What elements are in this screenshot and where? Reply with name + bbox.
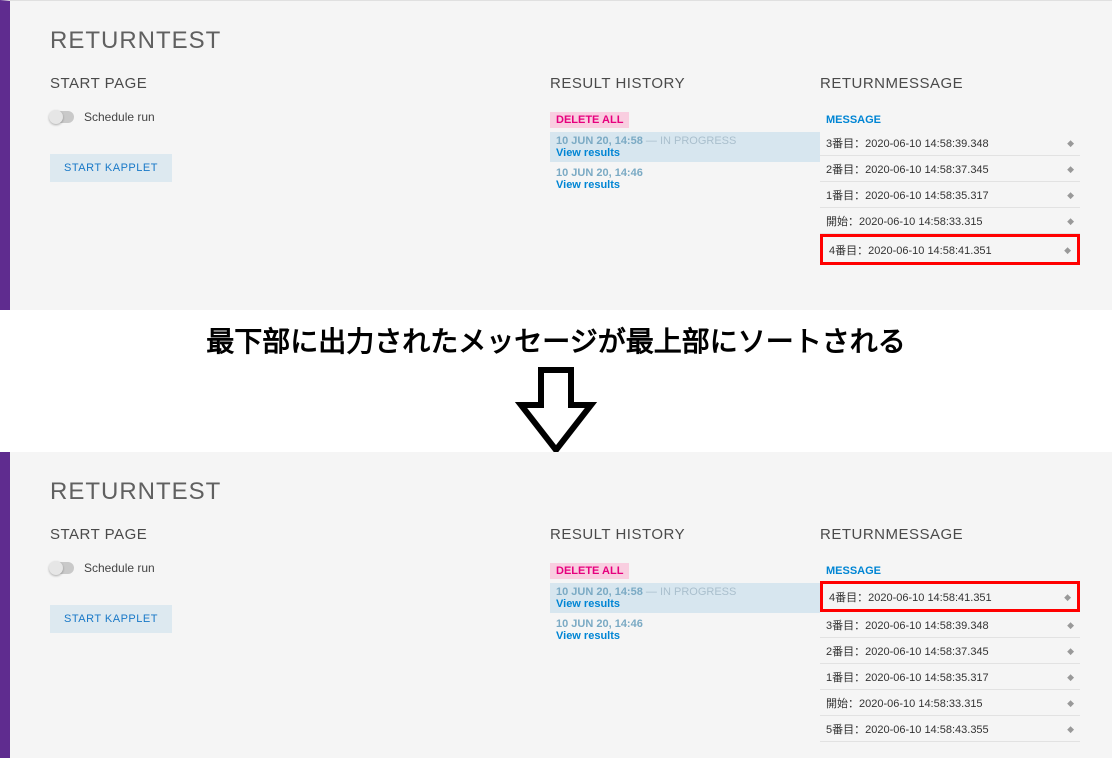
schedule-run-label: Schedule run bbox=[84, 561, 155, 575]
history-time: 10 JUN 20, 14:58 bbox=[556, 586, 643, 598]
result-history-header: RESULT HISTORY bbox=[550, 526, 820, 543]
diamond-icon: ◆ bbox=[1067, 164, 1074, 175]
return-message-header: RETURNMESSAGE bbox=[820, 75, 1080, 92]
page-title: RETURNTEST bbox=[50, 27, 1072, 55]
history-list: 10 JUN 20, 14:58 — IN PROGRESS View resul… bbox=[550, 583, 820, 645]
arrow-icon bbox=[0, 360, 1112, 465]
message-row[interactable]: 2番目：2020-06-10 14:58:37.345 ◆ bbox=[820, 156, 1080, 182]
diamond-icon: ◆ bbox=[1064, 245, 1071, 256]
start-kapplet-button[interactable]: START KAPPLET bbox=[50, 605, 172, 633]
start-page-header: START PAGE bbox=[50, 75, 550, 92]
history-list: 10 JUN 20, 14:58 — IN PROGRESS View resul… bbox=[550, 132, 820, 194]
message-row[interactable]: 開始：2020-06-10 14:58:33.315 ◆ bbox=[820, 208, 1080, 234]
message-text: 5番目：2020-06-10 14:58:43.355 bbox=[826, 721, 989, 737]
message-row[interactable]: 開始：2020-06-10 14:58:33.315 ◆ bbox=[820, 690, 1080, 716]
view-results-link[interactable]: View results bbox=[556, 147, 620, 159]
message-text: 3番目：2020-06-10 14:58:39.348 bbox=[826, 135, 989, 151]
history-time: 10 JUN 20, 14:46 bbox=[556, 618, 643, 630]
diamond-icon: ◆ bbox=[1067, 138, 1074, 149]
message-row[interactable]: 4番目：2020-06-10 14:58:41.351 ◆ bbox=[820, 581, 1080, 612]
schedule-run-label: Schedule run bbox=[84, 110, 155, 124]
message-row[interactable]: 1番目：2020-06-10 14:58:35.317 ◆ bbox=[820, 664, 1080, 690]
history-time: 10 JUN 20, 14:46 bbox=[556, 167, 643, 179]
message-row[interactable]: 1番目：2020-06-10 14:58:35.317 ◆ bbox=[820, 182, 1080, 208]
schedule-run-toggle[interactable] bbox=[50, 562, 74, 574]
message-text: 1番目：2020-06-10 14:58:35.317 bbox=[826, 187, 989, 203]
diamond-icon: ◆ bbox=[1067, 724, 1074, 735]
message-row[interactable]: 3番目：2020-06-10 14:58:39.348 ◆ bbox=[820, 612, 1080, 638]
message-text: 4番目：2020-06-10 14:58:41.351 bbox=[829, 589, 992, 605]
history-status: — IN PROGRESS bbox=[643, 586, 737, 598]
diamond-icon: ◆ bbox=[1067, 620, 1074, 631]
message-text: 2番目：2020-06-10 14:58:37.345 bbox=[826, 161, 989, 177]
message-list: 3番目：2020-06-10 14:58:39.348◆2番目：2020-06-… bbox=[820, 130, 1080, 265]
result-history-header: RESULT HISTORY bbox=[550, 75, 820, 92]
message-text: 開始：2020-06-10 14:58:33.315 bbox=[826, 213, 983, 229]
delete-all-button[interactable]: DELETE ALL bbox=[550, 563, 629, 579]
view-results-link[interactable]: View results bbox=[556, 630, 620, 642]
view-results-link[interactable]: View results bbox=[556, 598, 620, 610]
history-item[interactable]: 10 JUN 20, 14:46View results bbox=[550, 164, 820, 194]
message-text: 開始：2020-06-10 14:58:33.315 bbox=[826, 695, 983, 711]
message-text: 1番目：2020-06-10 14:58:35.317 bbox=[826, 669, 989, 685]
message-text: 2番目：2020-06-10 14:58:37.345 bbox=[826, 643, 989, 659]
diamond-icon: ◆ bbox=[1067, 216, 1074, 227]
message-column-header[interactable]: MESSAGE bbox=[820, 561, 1080, 581]
panel-after: RETURNTEST START PAGE Schedule run START… bbox=[0, 452, 1112, 758]
history-status: — IN PROGRESS bbox=[643, 135, 737, 147]
history-item[interactable]: 10 JUN 20, 14:46View results bbox=[550, 615, 820, 645]
diamond-icon: ◆ bbox=[1064, 592, 1071, 603]
message-text: 4番目：2020-06-10 14:58:41.351 bbox=[829, 242, 992, 258]
annotation-text: 最下部に出力されたメッセージが最上部にソートされる bbox=[0, 320, 1112, 360]
diamond-icon: ◆ bbox=[1067, 672, 1074, 683]
history-item[interactable]: 10 JUN 20, 14:58 — IN PROGRESS View resul… bbox=[550, 132, 820, 162]
schedule-run-toggle[interactable] bbox=[50, 111, 74, 123]
message-row[interactable]: 2番目：2020-06-10 14:58:37.345 ◆ bbox=[820, 638, 1080, 664]
view-results-link[interactable]: View results bbox=[556, 179, 620, 191]
message-row[interactable]: 4番目：2020-06-10 14:58:41.351 ◆ bbox=[820, 234, 1080, 265]
message-row[interactable]: 5番目：2020-06-10 14:58:43.355 ◆ bbox=[820, 716, 1080, 742]
history-time: 10 JUN 20, 14:58 bbox=[556, 135, 643, 147]
panel-before: RETURNTEST START PAGE Schedule run START… bbox=[0, 0, 1112, 310]
history-item[interactable]: 10 JUN 20, 14:58 — IN PROGRESS View resul… bbox=[550, 583, 820, 613]
diamond-icon: ◆ bbox=[1067, 698, 1074, 709]
diamond-icon: ◆ bbox=[1067, 646, 1074, 657]
message-column-header[interactable]: MESSAGE bbox=[820, 110, 1080, 130]
message-list: 4番目：2020-06-10 14:58:41.351◆3番目：2020-06-… bbox=[820, 581, 1080, 742]
message-row[interactable]: 3番目：2020-06-10 14:58:39.348 ◆ bbox=[820, 130, 1080, 156]
page-title: RETURNTEST bbox=[50, 478, 1072, 506]
message-text: 3番目：2020-06-10 14:58:39.348 bbox=[826, 617, 989, 633]
start-kapplet-button[interactable]: START KAPPLET bbox=[50, 154, 172, 182]
return-message-header: RETURNMESSAGE bbox=[820, 526, 1080, 543]
diamond-icon: ◆ bbox=[1067, 190, 1074, 201]
start-page-header: START PAGE bbox=[50, 526, 550, 543]
delete-all-button[interactable]: DELETE ALL bbox=[550, 112, 629, 128]
